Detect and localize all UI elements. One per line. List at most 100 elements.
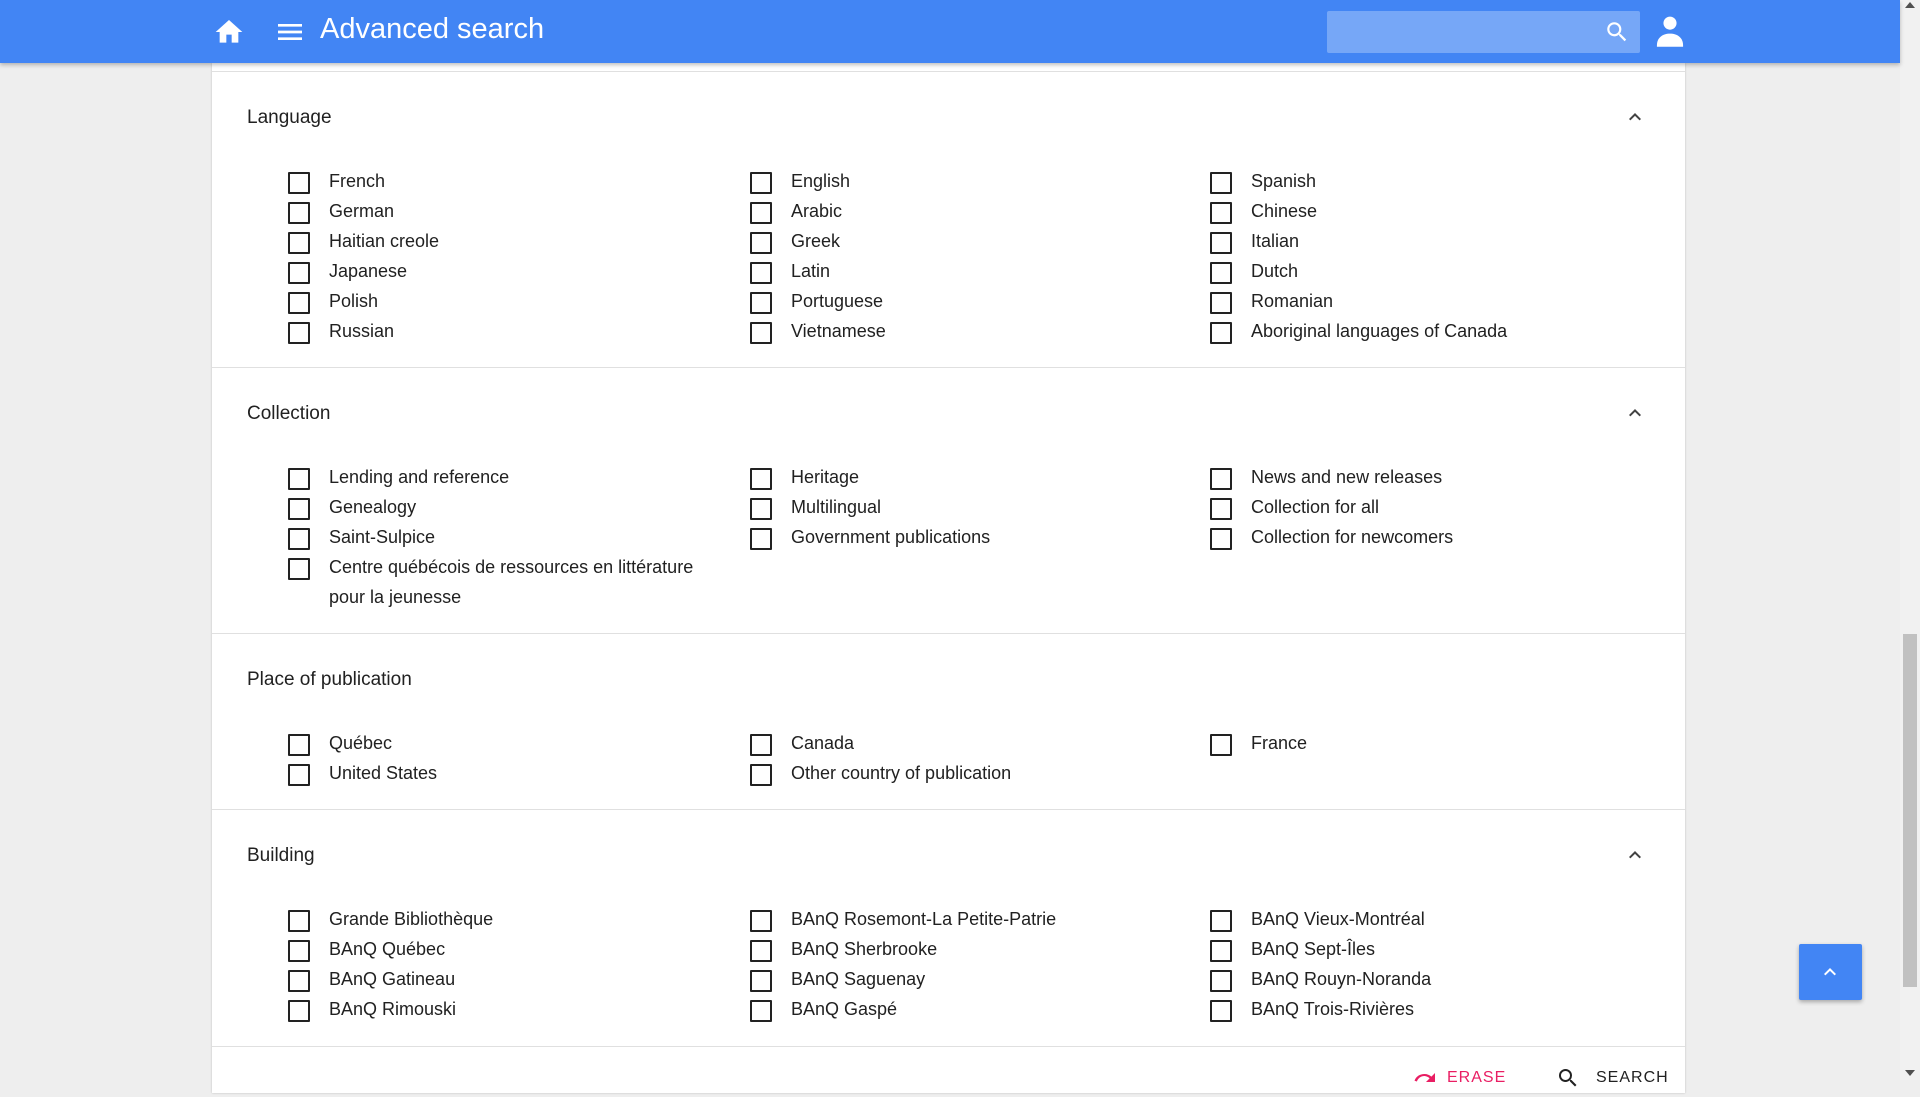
- checkbox-option[interactable]: Polish: [288, 288, 728, 318]
- checkbox[interactable]: [750, 262, 772, 284]
- scroll-thumb[interactable]: [1903, 634, 1917, 987]
- checkbox[interactable]: [750, 468, 772, 490]
- checkbox[interactable]: [1210, 498, 1232, 520]
- checkbox[interactable]: [288, 468, 310, 490]
- checkbox-option[interactable]: German: [288, 198, 728, 228]
- checkbox-option[interactable]: BAnQ Rosemont-La Petite-Patrie: [750, 906, 1190, 936]
- checkbox[interactable]: [750, 970, 772, 992]
- checkbox[interactable]: [1210, 970, 1232, 992]
- checkbox[interactable]: [750, 1000, 772, 1022]
- checkbox[interactable]: [1210, 232, 1232, 254]
- search-button[interactable]: SEARCH: [1559, 1069, 1669, 1087]
- checkbox-option[interactable]: Canada: [750, 730, 1190, 760]
- menu-icon[interactable]: [274, 16, 306, 48]
- checkbox[interactable]: [288, 322, 310, 344]
- checkbox-option[interactable]: Collection for newcomers: [1210, 524, 1650, 554]
- checkbox[interactable]: [750, 528, 772, 550]
- checkbox[interactable]: [750, 232, 772, 254]
- checkbox-option[interactable]: Heritage: [750, 464, 1190, 494]
- checkbox-option[interactable]: News and new releases: [1210, 464, 1650, 494]
- checkbox-option[interactable]: English: [750, 168, 1190, 198]
- checkbox[interactable]: [288, 528, 310, 550]
- checkbox-option[interactable]: Multilingual: [750, 494, 1190, 524]
- checkbox-option[interactable]: Vietnamese: [750, 318, 1190, 348]
- checkbox[interactable]: [750, 202, 772, 224]
- checkbox-option[interactable]: Spanish: [1210, 168, 1650, 198]
- checkbox[interactable]: [1210, 202, 1232, 224]
- checkbox-option[interactable]: French: [288, 168, 728, 198]
- chevron-up-icon[interactable]: [1623, 401, 1647, 425]
- checkbox[interactable]: [1210, 910, 1232, 932]
- search-icon[interactable]: [1604, 19, 1630, 45]
- checkbox[interactable]: [288, 910, 310, 932]
- checkbox-option[interactable]: Romanian: [1210, 288, 1650, 318]
- checkbox[interactable]: [750, 910, 772, 932]
- checkbox[interactable]: [750, 764, 772, 786]
- scroll-up-arrow[interactable]: [1905, 2, 1915, 8]
- checkbox[interactable]: [750, 292, 772, 314]
- checkbox[interactable]: [288, 970, 310, 992]
- chevron-up-icon[interactable]: [1623, 105, 1647, 129]
- checkbox[interactable]: [288, 262, 310, 284]
- checkbox-option[interactable]: BAnQ Vieux-Montréal: [1210, 906, 1650, 936]
- checkbox-option[interactable]: BAnQ Trois-Rivières: [1210, 996, 1650, 1026]
- scroll-down-arrow[interactable]: [1905, 1070, 1915, 1076]
- checkbox[interactable]: [288, 1000, 310, 1022]
- checkbox[interactable]: [288, 940, 310, 962]
- checkbox[interactable]: [288, 734, 310, 756]
- checkbox-option[interactable]: Grande Bibliothèque: [288, 906, 728, 936]
- erase-button[interactable]: ERASE: [1414, 1069, 1506, 1087]
- checkbox-option[interactable]: Italian: [1210, 228, 1650, 258]
- checkbox-option[interactable]: Government publications: [750, 524, 1190, 554]
- checkbox[interactable]: [1210, 528, 1232, 550]
- checkbox[interactable]: [750, 322, 772, 344]
- checkbox-option[interactable]: United States: [288, 760, 728, 790]
- checkbox[interactable]: [288, 202, 310, 224]
- checkbox[interactable]: [288, 292, 310, 314]
- checkbox[interactable]: [750, 940, 772, 962]
- checkbox[interactable]: [750, 498, 772, 520]
- checkbox-option[interactable]: BAnQ Sherbrooke: [750, 936, 1190, 966]
- checkbox-option[interactable]: BAnQ Sept-Îles: [1210, 936, 1650, 966]
- scrollbar[interactable]: [1900, 0, 1920, 1080]
- checkbox[interactable]: [1210, 1000, 1232, 1022]
- checkbox[interactable]: [1210, 940, 1232, 962]
- checkbox-option[interactable]: Japanese: [288, 258, 728, 288]
- checkbox-option[interactable]: Genealogy: [288, 494, 728, 524]
- checkbox-option[interactable]: Dutch: [1210, 258, 1650, 288]
- checkbox[interactable]: [1210, 172, 1232, 194]
- checkbox-option[interactable]: Latin: [750, 258, 1190, 288]
- user-icon[interactable]: [1654, 14, 1686, 48]
- checkbox[interactable]: [1210, 734, 1232, 756]
- checkbox[interactable]: [288, 764, 310, 786]
- checkbox[interactable]: [750, 734, 772, 756]
- checkbox[interactable]: [288, 232, 310, 254]
- checkbox-option[interactable]: BAnQ Rimouski: [288, 996, 728, 1026]
- checkbox-option[interactable]: BAnQ Québec: [288, 936, 728, 966]
- checkbox[interactable]: [1210, 262, 1232, 284]
- search-input[interactable]: [1337, 17, 1591, 49]
- checkbox[interactable]: [1210, 322, 1232, 344]
- checkbox-option[interactable]: Portuguese: [750, 288, 1190, 318]
- checkbox-option[interactable]: Chinese: [1210, 198, 1650, 228]
- home-icon[interactable]: [213, 16, 245, 48]
- checkbox[interactable]: [1210, 292, 1232, 314]
- checkbox-option[interactable]: Québec: [288, 730, 728, 760]
- back-to-top-button[interactable]: [1799, 944, 1862, 1000]
- checkbox-option[interactable]: BAnQ Gaspé: [750, 996, 1190, 1026]
- checkbox-option[interactable]: Collection for all: [1210, 494, 1650, 524]
- checkbox[interactable]: [288, 498, 310, 520]
- checkbox-option[interactable]: France: [1210, 730, 1650, 760]
- chevron-up-icon[interactable]: [1623, 843, 1647, 867]
- checkbox[interactable]: [288, 558, 310, 580]
- checkbox-option[interactable]: BAnQ Gatineau: [288, 966, 728, 996]
- checkbox-option[interactable]: BAnQ Rouyn-Noranda: [1210, 966, 1650, 996]
- checkbox[interactable]: [1210, 468, 1232, 490]
- checkbox-option[interactable]: Lending and reference: [288, 464, 728, 494]
- checkbox-option[interactable]: Centre québécois de ressources en littér…: [288, 554, 728, 614]
- checkbox[interactable]: [288, 172, 310, 194]
- checkbox-option[interactable]: Russian: [288, 318, 728, 348]
- checkbox-option[interactable]: Other country of publication: [750, 760, 1190, 790]
- checkbox-option[interactable]: Haitian creole: [288, 228, 728, 258]
- checkbox[interactable]: [750, 172, 772, 194]
